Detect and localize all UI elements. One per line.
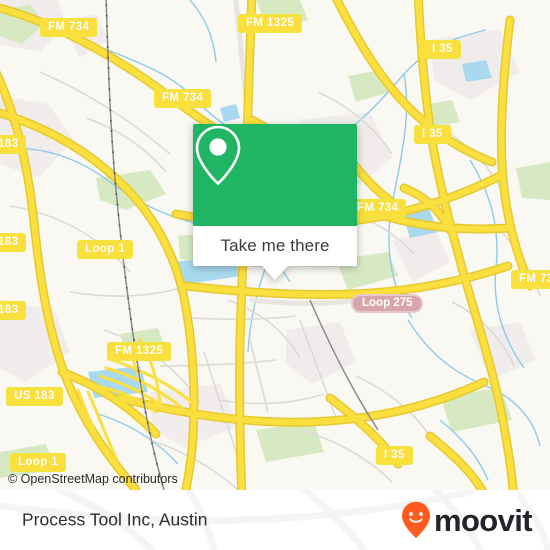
map-label-loop1-mid[interactable]: Loop 1 [77, 240, 134, 259]
footer-bar: Process Tool Inc, Austin moovit [0, 490, 550, 550]
place-title: Process Tool Inc, Austin [22, 509, 208, 530]
map-label-i35-ne[interactable]: I 35 [424, 40, 461, 59]
location-popup-card[interactable]: Take me there [193, 124, 357, 280]
popup-pointer-tail [262, 266, 288, 280]
take-me-there-button[interactable]: Take me there [193, 226, 357, 266]
popup-header [193, 124, 357, 226]
map-label-183-nw[interactable]: 183 [0, 135, 27, 154]
map-label-fm1325-n[interactable]: FM 1325 [238, 14, 303, 33]
take-me-there-label: Take me there [220, 236, 330, 255]
screenshot-root: FM 734 FM 1325 I 35 FM 734 I 35 183 183 … [0, 0, 550, 550]
map-label-us183[interactable]: US 183 [6, 387, 63, 406]
map-label-fm734-e[interactable]: FM 734 [511, 270, 550, 289]
map-label-fm734-c[interactable]: FM 734 [349, 199, 407, 218]
moovit-wordmark: moovit [433, 502, 533, 538]
map-label-i35-e[interactable]: I 35 [414, 125, 451, 144]
map-label-loop275[interactable]: Loop 275 [351, 294, 424, 313]
map-label-fm734-nw[interactable]: FM 734 [40, 18, 98, 37]
map-label-183-w[interactable]: 183 [0, 233, 27, 252]
map-label-183-sw[interactable]: 183 [0, 301, 27, 320]
map-label-loop1-sw[interactable]: Loop 1 [10, 453, 67, 472]
osm-attribution[interactable]: © OpenStreetMap contributors [8, 472, 178, 486]
moovit-logo[interactable]: moovit [401, 501, 533, 539]
map-label-i35-se[interactable]: I 35 [376, 446, 413, 465]
map-label-fm1325-s[interactable]: FM 1325 [107, 342, 172, 361]
map-pin-icon [195, 125, 241, 186]
map-canvas[interactable]: FM 734 FM 1325 I 35 FM 734 I 35 183 183 … [0, 0, 550, 490]
moovit-smiley-pin-icon [401, 501, 430, 539]
map-label-fm734-w[interactable]: FM 734 [154, 89, 212, 108]
